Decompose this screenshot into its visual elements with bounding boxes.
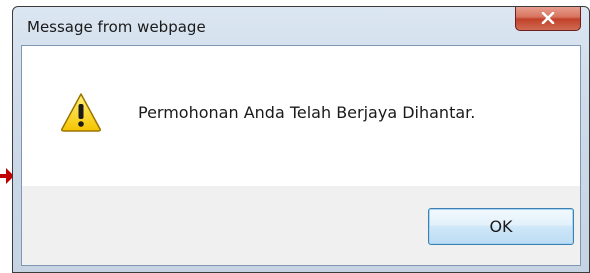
close-icon <box>541 12 555 24</box>
ok-button[interactable]: OK <box>428 208 574 245</box>
title-bar[interactable]: Message from webpage <box>13 7 589 47</box>
close-button[interactable] <box>515 7 581 31</box>
dialog-content: Permohonan Anda Telah Berjaya Dihantar. … <box>21 45 581 266</box>
message-area: Permohonan Anda Telah Berjaya Dihantar. <box>22 46 580 186</box>
message-text: Permohonan Anda Telah Berjaya Dihantar. <box>138 103 476 122</box>
dialog-window: Message from webpage Permohonan Anda Tel… <box>12 6 590 273</box>
dialog-title: Message from webpage <box>27 18 206 36</box>
warning-icon <box>61 93 101 132</box>
